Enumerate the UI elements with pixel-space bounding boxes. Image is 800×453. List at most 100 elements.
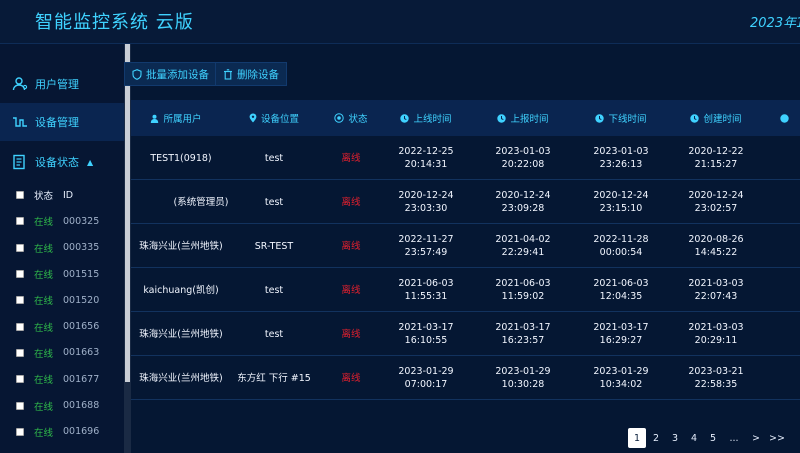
column-header-report-time[interactable]: 上报时间 <box>483 100 563 136</box>
clock-icon <box>400 113 410 123</box>
page-button-5[interactable]: 5 <box>704 428 722 448</box>
date-text: 2022-11-28 <box>593 234 649 245</box>
list-item[interactable]: 在线 001663 <box>0 340 124 366</box>
clock-icon <box>690 113 700 123</box>
sidebar-item-device-status[interactable]: 设备状态 ▲ <box>0 143 124 181</box>
table-row[interactable]: kaichuang(凯创) test 离线 2021-06-03 11:55:31… <box>131 268 800 312</box>
cell-status: 离线 <box>341 284 361 296</box>
cell-offline-time: 2022-11-28 00:00:54 <box>581 224 661 268</box>
page-button-3[interactable]: 3 <box>666 428 684 448</box>
caret-up-icon[interactable]: ▲ <box>87 158 93 167</box>
table-row[interactable]: 珠海兴业(兰州地铁) 东方红 下行 #15 离线 2023-01-29 07:00… <box>131 356 800 400</box>
cell-user: 珠海兴业(兰州地铁) <box>139 328 223 340</box>
time-text: 23:09:28 <box>501 203 545 214</box>
sidebar-item-device-management[interactable]: 设备管理 <box>0 103 124 141</box>
device-checkbox[interactable] <box>16 270 24 279</box>
column-header-created-time[interactable]: 创建时间 <box>676 100 756 136</box>
scrollbar-thumb[interactable] <box>125 44 130 382</box>
date-text: 2023-01-03 <box>593 146 649 157</box>
device-checkbox[interactable] <box>16 427 24 436</box>
date-text: 2020-12-22 <box>688 146 744 157</box>
cell-online-time: 2021-03-17 16:10:55 <box>386 312 466 356</box>
cell-location: test <box>264 152 284 164</box>
clock-icon <box>779 113 789 123</box>
page-button-1[interactable]: 1 <box>628 428 646 448</box>
table-row[interactable]: TEST1(0918) test 离线 2022-12-25 20:14:31 2… <box>131 136 800 180</box>
cell-location: 东方红 下行 #15 <box>237 372 311 384</box>
device-checkbox[interactable] <box>16 296 24 305</box>
list-item[interactable]: 在线 001515 <box>0 261 124 287</box>
batch-add-device-button[interactable]: 批量添加设备 <box>124 62 217 86</box>
device-checkbox[interactable] <box>16 348 24 357</box>
target-icon <box>334 113 345 123</box>
user-icon <box>150 114 159 123</box>
clock-icon <box>595 113 605 123</box>
cell-location: test <box>264 284 284 296</box>
cell-created-time: 2021-03-03 20:29:11 <box>676 312 756 356</box>
date-text: 2020-12-24 <box>495 190 551 201</box>
cell-report-time: 2023-01-29 10:30:28 <box>483 356 563 400</box>
time-text: 12:04:35 <box>599 291 643 302</box>
device-checkbox[interactable] <box>16 322 24 331</box>
cell-status: 离线 <box>341 196 361 208</box>
device-checkbox[interactable] <box>16 243 24 252</box>
date-text: 2023-01-29 <box>593 366 649 377</box>
column-label: 创建时间 <box>703 114 742 125</box>
select-all-checkbox[interactable] <box>16 191 24 200</box>
device-id: 000335 <box>63 242 100 254</box>
date-text: 2021-03-17 <box>593 322 649 333</box>
date-text: 2020-12-24 <box>398 190 454 201</box>
list-item[interactable]: 在线 000335 <box>0 235 124 261</box>
device-list-header: 状态 ID <box>0 182 124 208</box>
list-item[interactable]: 在线001710 <box>0 445 124 453</box>
date-text: 2021-06-03 <box>593 278 649 289</box>
time-text: 22:58:35 <box>694 379 738 390</box>
time-text: 20:14:31 <box>404 159 448 170</box>
device-status: 在线 <box>34 270 54 282</box>
location-pin-icon <box>249 113 257 123</box>
column-header-offline-time[interactable]: 下线时间 <box>581 100 661 136</box>
header-date: 2023年1月 <box>750 16 800 31</box>
column-header-online-time[interactable]: 上线时间 <box>386 100 466 136</box>
time-text: 23:15:10 <box>599 203 643 214</box>
list-item[interactable]: 在线 001520 <box>0 287 124 313</box>
column-header-status[interactable]: 状态 <box>326 100 376 136</box>
delete-device-button[interactable]: 删除设备 <box>215 62 287 86</box>
cell-user: 珠海兴业(兰州地铁) <box>139 372 223 384</box>
cell-offline-time: 2021-03-17 16:29:27 <box>581 312 661 356</box>
cell-status: 离线 <box>341 152 361 164</box>
cell-offline-time: 2020-12-24 23:15:10 <box>581 180 661 224</box>
device-checkbox[interactable] <box>16 401 24 410</box>
time-text: 20:22:08 <box>501 159 545 170</box>
column-header-user[interactable]: 所属用户 <box>131 100 221 136</box>
cell-online-time: 2023-01-29 07:00:17 <box>386 356 466 400</box>
table-row[interactable]: 珠海兴业(兰州地铁) test 离线 2021-03-17 16:10:55 20… <box>131 312 800 356</box>
id-column-header: ID <box>63 189 74 201</box>
date-text: 2021-03-17 <box>495 322 551 333</box>
table-row[interactable]: 珠海兴业(兰州地铁) SR-TEST 离线 2022-11-27 23:57:49… <box>131 224 800 268</box>
column-header-location[interactable]: 设备位置 <box>234 100 314 136</box>
list-item[interactable]: 在线 001677 <box>0 366 124 392</box>
last-page-button[interactable]: >> <box>768 428 786 448</box>
list-item[interactable]: 在线 000325 <box>0 208 124 234</box>
date-text: 2022-12-25 <box>398 146 454 157</box>
device-id: 001688 <box>63 400 100 412</box>
next-page-button[interactable]: > <box>747 428 765 448</box>
page-ellipsis[interactable]: ... <box>725 428 743 448</box>
date-text: 2021-03-03 <box>688 278 744 289</box>
cell-offline-time: 2023-01-03 23:26:13 <box>581 136 661 180</box>
time-text: 16:23:57 <box>501 335 545 346</box>
page-button-2[interactable]: 2 <box>647 428 665 448</box>
list-item[interactable]: 在线 001696 <box>0 419 124 445</box>
list-item[interactable]: 在线 001656 <box>0 313 124 339</box>
sidebar-scrollbar[interactable] <box>124 44 131 453</box>
list-item[interactable]: 在线 001688 <box>0 392 124 418</box>
sidebar-item-user-management[interactable]: 用户管理 <box>0 65 124 103</box>
time-text: 16:10:55 <box>404 335 448 346</box>
page-button-4[interactable]: 4 <box>685 428 703 448</box>
time-text: 22:07:43 <box>694 291 738 302</box>
table-row[interactable]: (系统管理员) test 离线 2020-12-24 23:03:30 2020-… <box>131 180 800 224</box>
device-checkbox[interactable] <box>16 217 24 226</box>
cell-created-time: 2021-03-03 22:07:43 <box>676 268 756 312</box>
device-checkbox[interactable] <box>16 375 24 384</box>
